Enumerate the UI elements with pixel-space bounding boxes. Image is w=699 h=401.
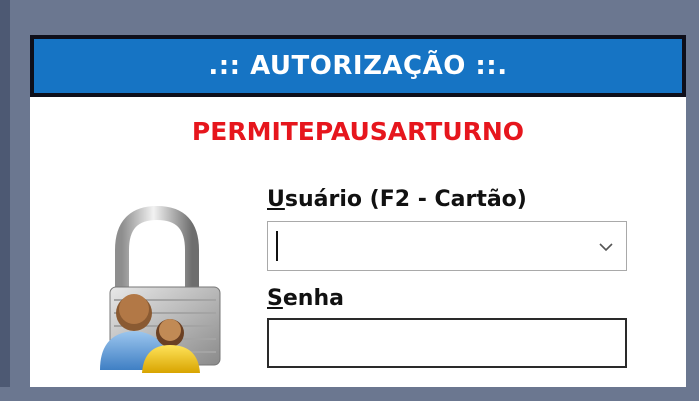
dialog-titlebar: .:: AUTORIZAÇÃO ::.	[30, 35, 686, 97]
text-caret	[276, 231, 278, 261]
app-backdrop: .:: AUTORIZAÇÃO ::. PERMITEPAUSARTURNO U…	[0, 0, 699, 401]
password-field-label: Senha	[267, 286, 344, 311]
user-label-mnemonic: U	[267, 187, 285, 212]
password-label-mnemonic: S	[267, 286, 283, 311]
bottom-band	[0, 387, 699, 401]
password-input[interactable]	[267, 318, 627, 368]
password-label-text: enha	[282, 286, 344, 311]
window-edge	[0, 0, 10, 401]
user-field-label: Usuário (F2 - Cartão)	[267, 187, 527, 212]
permission-name: PERMITEPAUSARTURNO	[191, 117, 525, 146]
chevron-down-icon[interactable]	[596, 237, 616, 257]
user-label-text: suário (F2 - Cartão)	[284, 187, 527, 212]
authorization-dialog: .:: AUTORIZAÇÃO ::. PERMITEPAUSARTURNO U…	[30, 35, 686, 387]
dialog-title: .:: AUTORIZAÇÃO ::.	[208, 51, 508, 81]
padlock-users-icon	[100, 205, 221, 373]
user-combobox[interactable]	[267, 221, 627, 271]
